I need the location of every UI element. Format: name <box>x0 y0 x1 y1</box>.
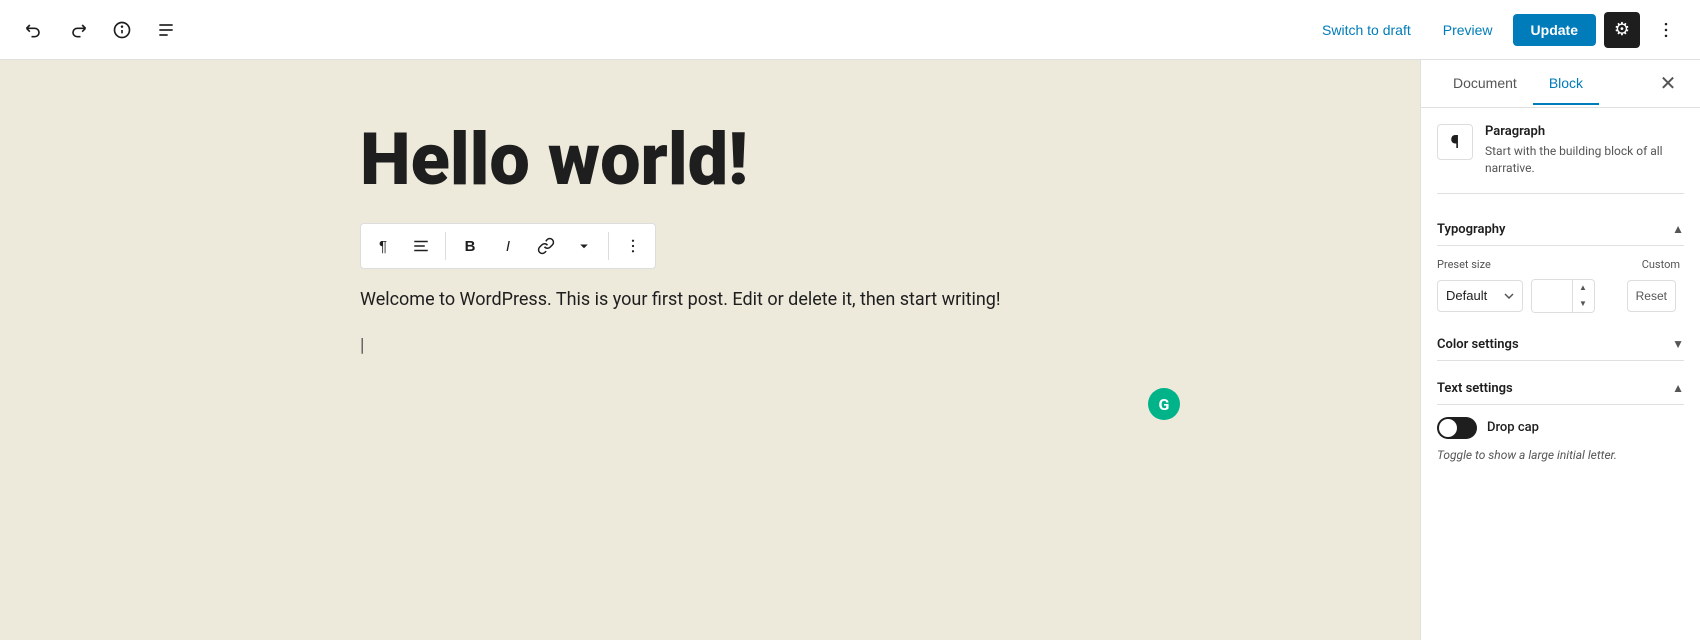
text-settings-label: Text settings <box>1437 381 1513 396</box>
color-settings-section: Color settings ▼ <box>1437 329 1684 361</box>
top-bar: Switch to draft Preview Update ⚙ <box>0 0 1700 60</box>
redo-button[interactable] <box>60 12 96 48</box>
text-settings-header[interactable]: Text settings ▲ <box>1437 373 1684 405</box>
post-body-text: Welcome to WordPress. This is your first… <box>360 289 1001 310</box>
block-name: Paragraph <box>1485 124 1684 139</box>
typography-header[interactable]: Typography ▲ <box>1437 214 1684 246</box>
post-body[interactable]: Welcome to WordPress. This is your first… <box>360 285 1060 316</box>
custom-label: Custom <box>1525 258 1680 271</box>
preset-size-select[interactable]: Default Small Medium Large Extra Large <box>1437 280 1523 312</box>
top-bar-left <box>16 12 184 48</box>
spin-down-button[interactable]: ▼ <box>1573 296 1593 312</box>
more-options-button[interactable] <box>1648 12 1684 48</box>
undo-button[interactable] <box>16 12 52 48</box>
text-settings-chevron-icon: ▲ <box>1672 381 1684 395</box>
grammarly-button[interactable]: G <box>1148 388 1180 420</box>
list-view-button[interactable] <box>148 12 184 48</box>
options-button[interactable] <box>615 228 651 264</box>
drop-cap-description: Toggle to show a large initial letter. <box>1437 447 1684 464</box>
paragraph-style-button[interactable]: ¶ <box>365 228 401 264</box>
sidebar-tabs-left: Document Block <box>1437 63 1599 105</box>
toolbar-divider-2 <box>608 232 609 260</box>
main-layout: Hello world! ¶ B I <box>0 60 1700 640</box>
sidebar-close-button[interactable]: ✕ <box>1652 68 1684 100</box>
spin-up-button[interactable]: ▲ <box>1573 280 1593 296</box>
custom-size-input-group: ▲ ▼ <box>1531 279 1595 313</box>
update-button[interactable]: Update <box>1513 14 1596 46</box>
cursor-line <box>360 332 1060 360</box>
italic-button[interactable]: I <box>490 228 526 264</box>
info-button[interactable] <box>104 12 140 48</box>
more-rich-text-button[interactable] <box>566 228 602 264</box>
block-icon: ¶ <box>1437 124 1473 160</box>
align-button[interactable] <box>403 228 439 264</box>
block-description: Start with the building block of all nar… <box>1485 143 1684 177</box>
drop-cap-toggle[interactable] <box>1437 417 1477 439</box>
tab-document[interactable]: Document <box>1437 63 1533 105</box>
editor-content: Hello world! ¶ B I <box>360 120 1060 580</box>
preset-size-row: Preset size Custom <box>1437 258 1684 271</box>
settings-button[interactable]: ⚙ <box>1604 12 1640 48</box>
drop-cap-row: Drop cap <box>1437 417 1684 439</box>
block-toolbar: ¶ B I <box>360 223 656 269</box>
block-info-text: Paragraph Start with the building block … <box>1485 124 1684 177</box>
toggle-knob <box>1439 419 1457 437</box>
preset-size-label: Preset size <box>1437 258 1517 271</box>
post-title[interactable]: Hello world! <box>360 120 1060 199</box>
preview-button[interactable]: Preview <box>1431 14 1505 46</box>
top-bar-right: Switch to draft Preview Update ⚙ <box>1310 12 1684 48</box>
color-chevron-icon: ▼ <box>1672 337 1684 351</box>
color-settings-header[interactable]: Color settings ▼ <box>1437 329 1684 361</box>
tab-block[interactable]: Block <box>1533 63 1599 105</box>
typography-section: Typography ▲ Preset size Custom Default … <box>1437 214 1684 313</box>
custom-size-input[interactable] <box>1532 280 1572 312</box>
text-settings-section: Text settings ▲ Drop cap Toggle to show … <box>1437 373 1684 464</box>
drop-cap-label: Drop cap <box>1487 420 1539 435</box>
sidebar: Document Block ✕ ¶ Paragraph Start with … <box>1420 60 1700 640</box>
bold-button[interactable]: B <box>452 228 488 264</box>
block-info: ¶ Paragraph Start with the building bloc… <box>1437 124 1684 194</box>
sidebar-panel: ¶ Paragraph Start with the building bloc… <box>1421 108 1700 640</box>
typography-label: Typography <box>1437 222 1506 237</box>
font-size-controls: Default Small Medium Large Extra Large ▲… <box>1437 279 1684 313</box>
sidebar-tabs: Document Block ✕ <box>1421 60 1700 108</box>
reset-button[interactable]: Reset <box>1627 280 1676 312</box>
link-button[interactable] <box>528 228 564 264</box>
switch-to-draft-button[interactable]: Switch to draft <box>1310 14 1423 46</box>
color-settings-label: Color settings <box>1437 337 1519 352</box>
typography-chevron-icon: ▲ <box>1672 222 1684 236</box>
spin-buttons: ▲ ▼ <box>1572 280 1593 312</box>
editor-area[interactable]: Hello world! ¶ B I <box>0 60 1420 640</box>
toolbar-divider-1 <box>445 232 446 260</box>
